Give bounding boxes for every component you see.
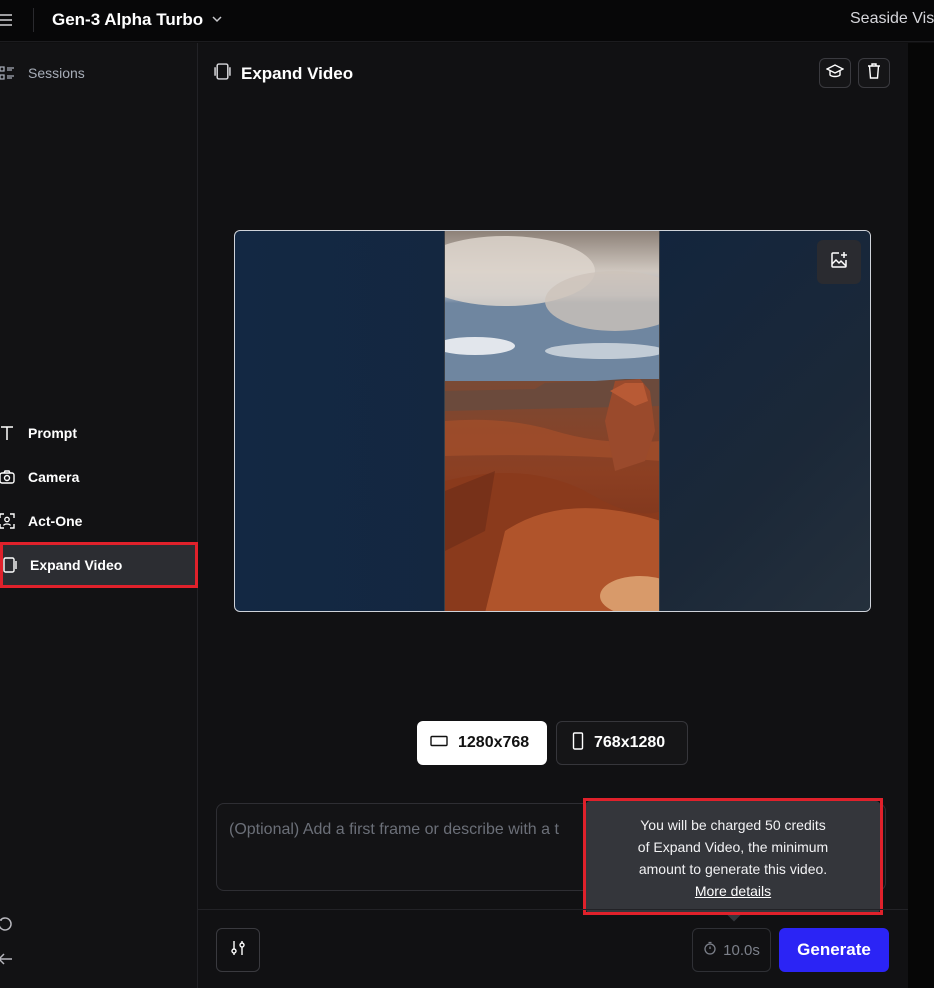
- tutorial-button[interactable]: [819, 58, 851, 88]
- expand-video-icon: [214, 63, 231, 85]
- page-title-text: Expand Video: [241, 64, 354, 83]
- sidebar-highlight-annotation: [0, 542, 198, 588]
- video-expand-canvas[interactable]: [234, 230, 871, 612]
- aspect-label: 768x1280: [594, 734, 666, 751]
- camera-icon: [0, 468, 16, 486]
- delete-button[interactable]: [858, 58, 890, 88]
- chevron-down-icon: [211, 10, 223, 30]
- project-name[interactable]: Seaside Vis: [850, 10, 934, 28]
- stopwatch-icon: [703, 941, 717, 959]
- bottom-divider: [198, 909, 908, 910]
- right-edge-panel: [908, 43, 934, 988]
- landscape-rect-icon: [430, 734, 448, 752]
- image-plus-icon: [830, 251, 848, 274]
- sidebar-item-camera[interactable]: Camera: [0, 462, 79, 492]
- topbar-divider: [33, 8, 34, 32]
- expand-area-right: [660, 231, 870, 611]
- aspect-portrait-button[interactable]: 768x1280: [556, 721, 688, 765]
- face-scan-icon: [0, 512, 16, 530]
- trash-icon: [866, 62, 882, 84]
- sidebar-item-prompt[interactable]: Prompt: [0, 418, 77, 448]
- sidebar-item-act-one[interactable]: Act-One: [0, 506, 82, 536]
- text-icon: [0, 424, 16, 442]
- top-bar: Gen-3 Alpha Turbo Seaside Vis: [0, 0, 934, 42]
- sidebar-item-label: Camera: [28, 469, 80, 485]
- sessions-icon: [0, 64, 16, 82]
- aspect-landscape-button[interactable]: 1280x768: [417, 721, 547, 765]
- history-icon[interactable]: [0, 915, 14, 933]
- sidebar-item-label: Prompt: [28, 425, 77, 441]
- sidebar-item-sessions[interactable]: Sessions: [0, 58, 85, 88]
- sidebar: Sessions Prompt Camera Act-One Expand Vi…: [0, 43, 198, 988]
- model-name: Gen-3 Alpha Turbo: [52, 10, 204, 29]
- duration-value: 10.0s: [723, 941, 760, 959]
- collapse-arrow-icon[interactable]: [0, 950, 14, 968]
- main-panel: Expand Video 1280x768 768x1280 (Optional…: [198, 43, 908, 988]
- page-title: Expand Video: [214, 63, 353, 85]
- sidebar-item-label: Sessions: [28, 65, 85, 81]
- tooltip-highlight-annotation: [583, 798, 883, 915]
- aspect-label: 1280x768: [458, 734, 530, 751]
- add-image-button[interactable]: [817, 240, 861, 284]
- portrait-rect-icon: [572, 731, 584, 755]
- graduation-cap-icon: [825, 63, 845, 84]
- sidebar-item-label: Act-One: [28, 513, 83, 529]
- hamburger-menu-icon[interactable]: [0, 10, 16, 30]
- settings-button[interactable]: [216, 928, 260, 972]
- duration-selector[interactable]: 10.0s: [692, 928, 771, 972]
- prompt-placeholder: (Optional) Add a first frame or describe…: [229, 821, 559, 838]
- generate-button[interactable]: Generate: [779, 928, 889, 972]
- source-video-frame: [444, 231, 660, 611]
- sliders-icon: [230, 940, 246, 961]
- model-selector[interactable]: Gen-3 Alpha Turbo: [52, 10, 223, 30]
